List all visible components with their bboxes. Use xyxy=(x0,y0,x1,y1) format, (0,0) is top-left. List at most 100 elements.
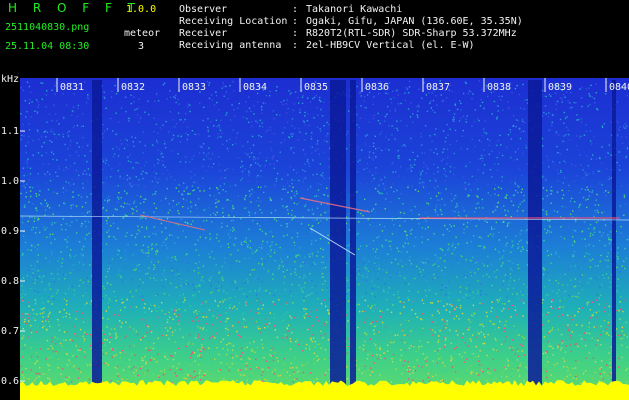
noise-speck xyxy=(455,346,458,348)
noise-speck xyxy=(233,90,235,92)
noise-speck xyxy=(128,203,131,206)
noise-speck xyxy=(210,94,213,96)
noise-speck xyxy=(37,291,39,293)
noise-speck xyxy=(254,351,256,353)
noise-speck xyxy=(251,252,254,255)
noise-speck xyxy=(607,265,609,268)
noise-speck xyxy=(520,191,523,193)
noise-speck xyxy=(550,253,553,256)
noise-speck xyxy=(595,299,598,301)
noise-speck xyxy=(624,247,626,250)
noise-speck xyxy=(279,246,281,249)
noise-speck xyxy=(411,369,413,372)
noise-speck xyxy=(311,255,314,257)
noise-speck xyxy=(426,325,428,327)
noise-speck xyxy=(197,214,199,216)
noise-speck xyxy=(221,87,223,89)
noise-speck xyxy=(494,188,496,190)
noise-speck xyxy=(508,308,510,310)
noise-speck xyxy=(156,142,159,144)
noise-speck xyxy=(512,339,514,341)
noise-speck xyxy=(596,108,599,111)
noise-speck xyxy=(584,339,586,341)
noise-speck xyxy=(601,126,604,128)
noise-speck xyxy=(179,161,182,163)
noise-speck xyxy=(375,225,377,227)
noise-speck xyxy=(510,251,512,253)
noise-speck xyxy=(387,105,389,108)
noise-speck xyxy=(293,373,295,375)
noise-speck xyxy=(28,358,31,361)
noise-speck xyxy=(593,326,596,328)
noise-speck xyxy=(150,261,153,263)
noise-speck xyxy=(472,304,475,307)
noise-speck xyxy=(476,195,478,197)
noise-speck xyxy=(48,285,50,287)
noise-speck xyxy=(244,239,247,242)
noise-speck xyxy=(456,378,459,380)
noise-speck xyxy=(81,222,83,225)
noise-speck xyxy=(148,308,150,310)
noise-speck xyxy=(303,374,305,376)
noise-speck xyxy=(178,273,180,275)
noise-speck xyxy=(207,153,209,155)
noise-speck xyxy=(428,287,430,289)
noise-speck xyxy=(259,152,261,154)
noise-speck xyxy=(580,241,583,244)
noise-speck xyxy=(109,290,111,292)
noise-speck xyxy=(374,256,377,258)
noise-speck xyxy=(358,270,360,272)
noise-speck xyxy=(51,141,53,143)
noise-speck xyxy=(550,95,552,97)
noise-speck xyxy=(227,328,229,331)
noise-speck xyxy=(367,243,369,245)
noise-speck xyxy=(156,293,158,296)
noise-speck xyxy=(30,347,32,349)
noise-speck xyxy=(408,382,410,385)
noise-speck xyxy=(470,259,472,262)
noise-speck xyxy=(456,276,458,278)
noise-speck xyxy=(22,277,25,279)
noise-speck xyxy=(358,283,360,285)
noise-speck xyxy=(252,347,254,350)
noise-speck xyxy=(487,95,489,98)
noise-speck xyxy=(487,183,489,185)
noise-speck xyxy=(356,124,358,126)
noise-speck xyxy=(491,113,493,115)
noise-speck xyxy=(80,317,83,320)
noise-speck xyxy=(590,277,593,280)
noise-speck xyxy=(597,256,599,258)
noise-speck xyxy=(376,353,378,356)
noise-speck xyxy=(603,306,605,309)
noise-speck xyxy=(124,96,127,98)
noise-speck xyxy=(64,292,67,295)
noise-speck xyxy=(174,352,177,354)
noise-speck xyxy=(105,352,107,354)
noise-speck xyxy=(559,276,561,279)
noise-speck xyxy=(107,196,110,198)
noise-speck xyxy=(601,146,603,148)
noise-speck xyxy=(364,299,367,302)
noise-speck xyxy=(142,281,144,284)
noise-speck xyxy=(77,377,80,379)
noise-speck xyxy=(347,344,349,347)
noise-speck xyxy=(116,336,118,338)
noise-speck xyxy=(109,336,111,339)
noise-speck xyxy=(358,374,360,376)
noise-speck xyxy=(478,158,480,161)
noise-speck xyxy=(39,373,41,375)
noise-speck xyxy=(480,294,482,296)
noise-speck xyxy=(77,104,80,107)
noise-speck xyxy=(466,221,469,224)
noise-speck xyxy=(470,345,472,347)
noise-speck xyxy=(416,155,419,157)
noise-speck xyxy=(192,220,194,222)
noise-speck xyxy=(203,280,205,283)
noise-speck xyxy=(470,189,472,191)
noise-speck xyxy=(356,85,358,88)
noise-speck xyxy=(193,270,195,272)
noise-speck xyxy=(454,129,457,132)
noise-speck xyxy=(321,261,323,264)
noise-speck xyxy=(444,325,446,327)
noise-speck xyxy=(85,225,87,228)
